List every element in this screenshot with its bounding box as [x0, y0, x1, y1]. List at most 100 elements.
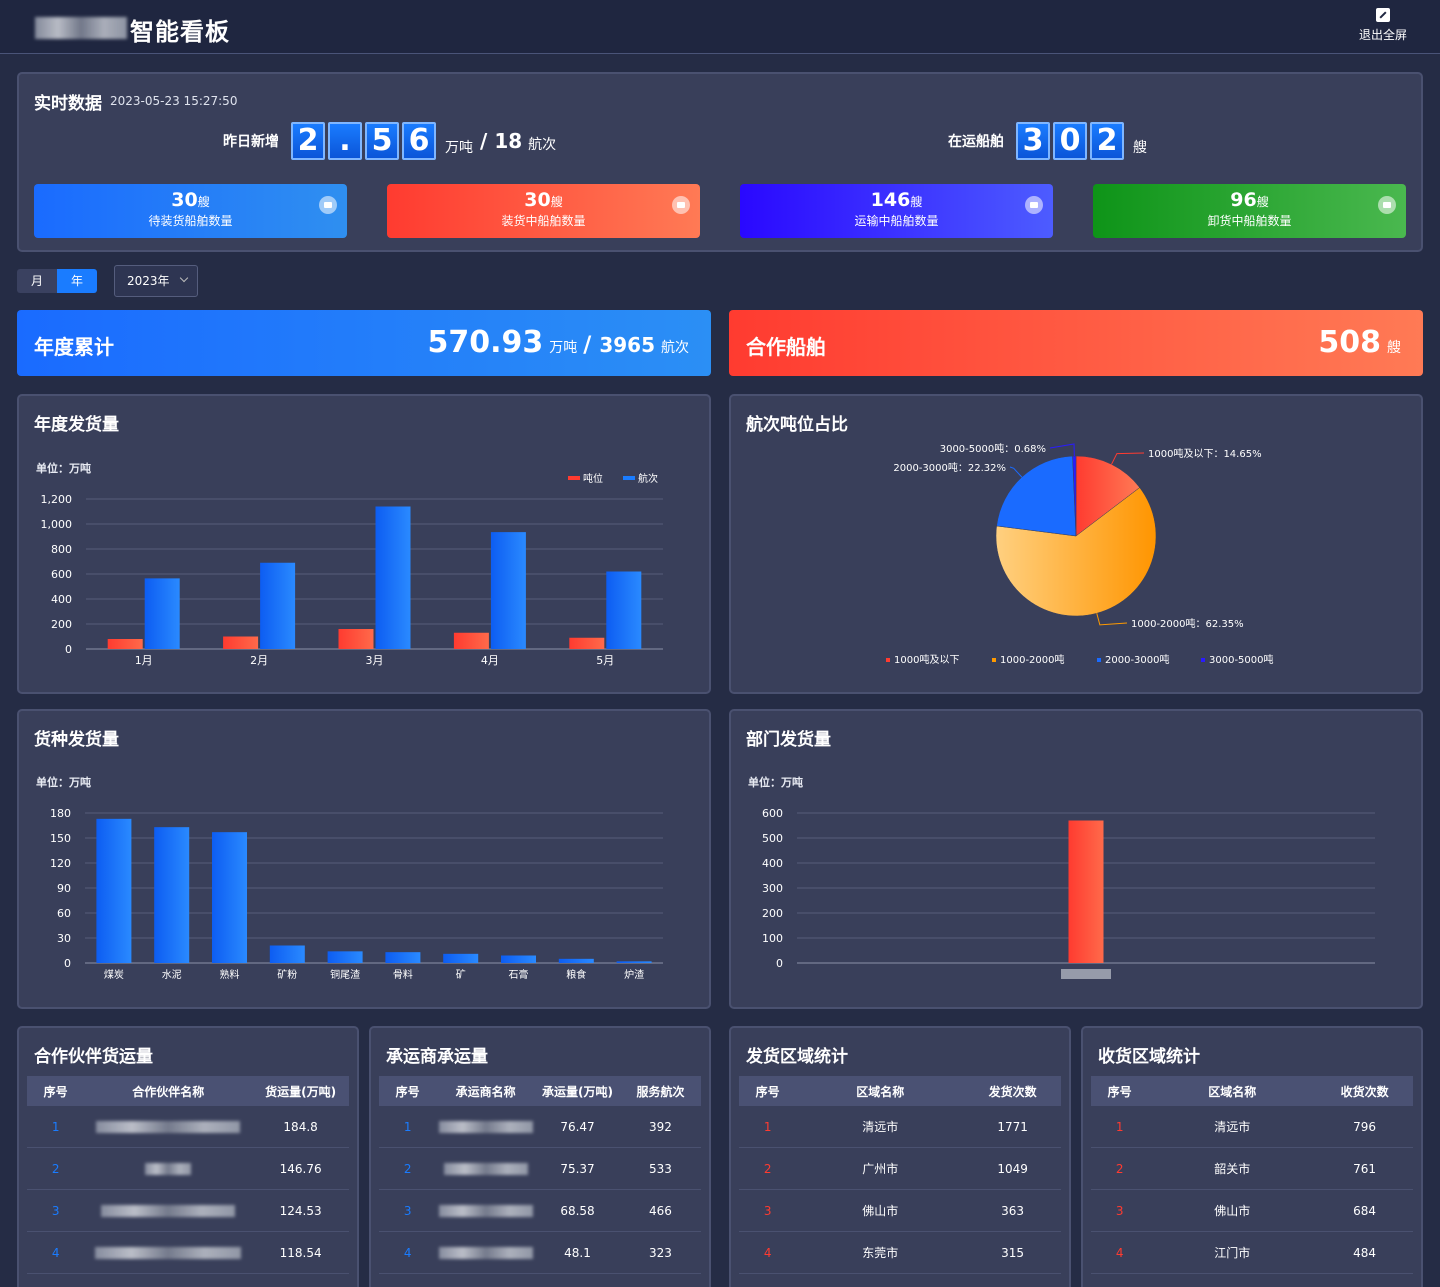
bar[interactable]: [501, 955, 536, 964]
y-tick-label: 400: [51, 593, 72, 606]
pie-slice[interactable]: [996, 455, 1077, 537]
tonnage-pie-chart: 1000吨及以下：14.65% 1000-2000吨：62.35% 2000-300…: [886, 442, 1274, 666]
y-tick-label: 100: [762, 932, 783, 945]
dashboard: 智能看板 退出全屏 实时数据 2023-05-23 15:27:50 昨日新增 …: [0, 0, 1440, 1287]
stat-card-loading[interactable]: 30艘 装货中船舶数量: [387, 184, 700, 238]
table-row[interactable]: 1 184.8: [27, 1106, 349, 1148]
stat-card-transit[interactable]: 146艘 运输中船舶数量: [740, 184, 1053, 238]
y-tick-label: 0: [776, 957, 783, 970]
table-row[interactable]: 1 清远市 1771: [739, 1106, 1061, 1148]
stat-card-waiting[interactable]: 30艘 待装货船舶数量: [34, 184, 347, 238]
bar[interactable]: [443, 953, 479, 963]
table-row[interactable]: 3 佛山市 363: [739, 1190, 1061, 1232]
toggle-year[interactable]: 年: [57, 269, 97, 293]
table-row[interactable]: 1 清远市 796: [1091, 1106, 1413, 1148]
bar[interactable]: [327, 951, 363, 963]
bar-tonnage[interactable]: [223, 636, 259, 650]
legend-label[interactable]: 2000-3000吨: [1105, 653, 1170, 666]
ships-in-transit: 在运船舶 3 0 2 艘: [948, 122, 1147, 160]
col-header: 序号: [43, 1084, 68, 1099]
row-index: 4: [403, 1245, 412, 1260]
bar[interactable]: [154, 827, 190, 963]
table-row[interactable]: 2 75.37 533: [379, 1148, 701, 1190]
partner-table-panel: 合作伙伴货运量 序号 合作伙伴名称 货运量(万吨) 1 184.8 2 146.76 3…: [17, 1026, 359, 1287]
table-row[interactable]: 3 124.53: [27, 1190, 349, 1232]
annual-trips-unit: 航次: [661, 340, 689, 356]
bar[interactable]: [96, 818, 132, 963]
exit-fullscreen-button[interactable]: 退出全屏: [1358, 8, 1408, 43]
table-cell: 佛山市: [862, 1204, 899, 1218]
y-tick-label: 500: [762, 832, 783, 845]
bar-trips[interactable]: [606, 571, 642, 650]
row-index: 3: [403, 1203, 412, 1218]
cargo-chart-panel: 货种发货量 单位：万吨 0 30 60 90 120 150 180 煤炭 水泥 熟料 矿粉 铜尾渣骨…: [17, 709, 711, 1009]
annual-value: 570.93: [427, 325, 544, 360]
table-cell: 761: [1353, 1161, 1377, 1176]
annual-bar-chart: 0 200 400 600 800 1,000 1,200 1月 2月 3月 4月 5月 吨位 航次: [41, 472, 663, 667]
chevron-down-icon: [179, 273, 189, 283]
legend-label[interactable]: 3000-5000吨: [1209, 653, 1274, 666]
table-row[interactable]: 2 韶关市 761: [1091, 1148, 1413, 1190]
redacted-text: [95, 1247, 242, 1259]
lock-icon: [1378, 196, 1396, 214]
table-cell: 清远市: [862, 1120, 899, 1134]
tonnage-ratio-panel: 航次吨位占比 1000吨及以下：14.65% 1000-2000吨：62.35% 2…: [729, 394, 1423, 694]
legend-label-tonnage[interactable]: 吨位: [583, 472, 603, 485]
table-cell: 清远市: [1214, 1120, 1251, 1134]
bar[interactable]: [385, 952, 421, 963]
table-cell: 东莞市: [862, 1246, 899, 1260]
table-row[interactable]: 2 146.76: [27, 1148, 349, 1190]
bar[interactable]: [558, 958, 594, 963]
table-row[interactable]: 3 佛山市 684: [1091, 1190, 1413, 1232]
table-row[interactable]: 4 118.54: [27, 1232, 349, 1274]
y-tick-label: 60: [57, 907, 71, 920]
col-header: 序号: [395, 1084, 420, 1099]
table-row[interactable]: 3 68.58 466: [379, 1190, 701, 1232]
stat-value: 96: [1230, 189, 1257, 211]
col-header: 区域名称: [1208, 1084, 1257, 1099]
annual-trips: 3965: [599, 333, 655, 357]
lock-icon: [672, 196, 690, 214]
row-index: 1: [403, 1119, 412, 1134]
bar-tonnage[interactable]: [107, 639, 143, 649]
company-name-redacted: [35, 17, 127, 39]
x-tick-label: 骨料: [393, 968, 413, 981]
legend-label-trips[interactable]: 航次: [638, 472, 658, 485]
table-row[interactable]: 2 广州市 1049: [739, 1148, 1061, 1190]
digit-box: 2: [1090, 122, 1124, 160]
bar-trips[interactable]: [144, 578, 180, 649]
coop-ships-value: 508: [1318, 325, 1381, 360]
redacted-name: [84, 1120, 252, 1134]
bar[interactable]: [212, 832, 247, 963]
bar-trips[interactable]: [375, 506, 411, 650]
bar[interactable]: [1068, 820, 1104, 964]
table-row[interactable]: 1 76.47 392: [379, 1106, 701, 1148]
table-row[interactable]: 4 东莞市 315: [739, 1232, 1061, 1274]
col-header: 承运商名称: [455, 1084, 516, 1099]
table-cell: 江门市: [1214, 1246, 1251, 1260]
bar-tonnage[interactable]: [569, 637, 605, 649]
app-title: 智能看板: [130, 18, 230, 46]
table-cell: 323: [649, 1245, 672, 1260]
row-index: 3: [1115, 1203, 1124, 1218]
coop-ships-title: 合作船舶: [746, 335, 826, 359]
bar-trips[interactable]: [490, 532, 526, 649]
legend-label[interactable]: 1000吨及以下: [894, 653, 959, 666]
stat-label: 卸货中船舶数量: [1207, 214, 1292, 228]
stat-card-unloading[interactable]: 96艘 卸货中船舶数量: [1093, 184, 1406, 238]
col-header: 承运量(万吨): [542, 1084, 613, 1099]
redacted-name: [436, 1204, 535, 1218]
bar[interactable]: [616, 961, 652, 963]
table-row[interactable]: 4 江门市 484: [1091, 1232, 1413, 1274]
bar[interactable]: [269, 945, 305, 964]
dept-bar-chart: 0 100 200 300 400 500 600: [762, 807, 1375, 979]
y-tick-label: 800: [51, 543, 72, 556]
toggle-month[interactable]: 月: [17, 269, 57, 293]
year-select[interactable]: 2023年: [114, 265, 198, 297]
redacted-name: [84, 1246, 252, 1260]
bar-tonnage[interactable]: [338, 629, 374, 649]
legend-label[interactable]: 1000-2000吨: [1000, 653, 1065, 666]
bar-trips[interactable]: [260, 562, 296, 649]
table-row[interactable]: 4 48.1 323: [379, 1232, 701, 1274]
bar-tonnage[interactable]: [453, 632, 489, 649]
